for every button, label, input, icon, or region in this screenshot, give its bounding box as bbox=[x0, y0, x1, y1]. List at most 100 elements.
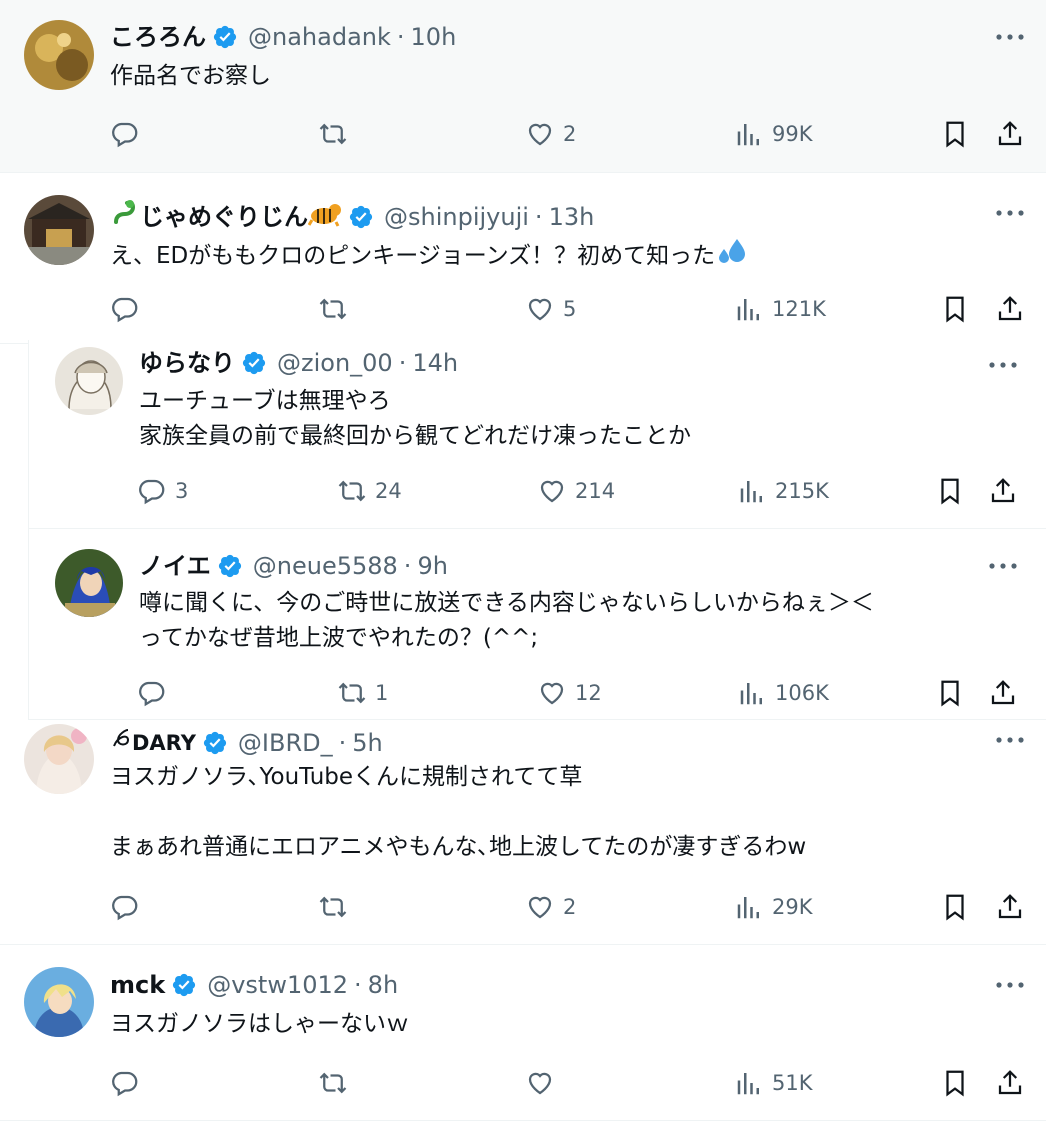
tweet-text: ヨスガノソラはしゃーないｗ bbox=[110, 1007, 409, 1042]
avatar[interactable] bbox=[55, 549, 123, 617]
bookmark-button[interactable] bbox=[940, 114, 970, 154]
verified-badge-icon bbox=[202, 730, 228, 756]
display-name[interactable]: mck bbox=[110, 970, 165, 1000]
retweet-button[interactable]: 1 bbox=[337, 673, 388, 713]
share-button[interactable] bbox=[995, 1063, 1025, 1103]
share-button[interactable] bbox=[988, 471, 1018, 511]
like-button[interactable]: 214 bbox=[537, 471, 615, 511]
reply-button[interactable] bbox=[137, 673, 175, 713]
tweet[interactable]: ゆらなり @zion_00 · 14h ユーチューブは無理やろ 家族全員の前で最終… bbox=[29, 340, 1046, 529]
views-button[interactable]: 99K bbox=[734, 114, 813, 154]
reply-button[interactable] bbox=[110, 114, 148, 154]
more-icon[interactable] bbox=[983, 350, 1023, 380]
handle[interactable]: @nahadank bbox=[248, 22, 391, 52]
retweet-button[interactable] bbox=[318, 1063, 356, 1103]
action-bar: 3 24 214 215K bbox=[29, 471, 1046, 511]
tweet-text: 作品名でお察し bbox=[110, 59, 271, 94]
more-icon[interactable] bbox=[990, 725, 1030, 755]
like-button[interactable]: 2 bbox=[525, 887, 576, 927]
timestamp[interactable]: 14h bbox=[412, 348, 458, 378]
avatar[interactable] bbox=[24, 20, 94, 90]
display-name[interactable]: ノイエ bbox=[139, 551, 211, 581]
like-count: 5 bbox=[563, 297, 577, 321]
tweet[interactable]: mck @vstw1012 · 8h ヨスガノソラはしゃーないｗ 51K bbox=[0, 945, 1046, 1121]
like-count: 12 bbox=[575, 681, 602, 705]
display-name[interactable]: DARY bbox=[132, 728, 196, 758]
views-icon bbox=[734, 1068, 764, 1098]
bookmark-button[interactable] bbox=[940, 1063, 970, 1103]
retweet-button[interactable] bbox=[318, 289, 356, 329]
bookmark-button[interactable] bbox=[935, 471, 965, 511]
handle[interactable]: @neue5588 bbox=[253, 551, 398, 581]
retweet-button[interactable] bbox=[318, 114, 356, 154]
like-button[interactable]: 12 bbox=[537, 673, 602, 713]
avatar[interactable] bbox=[24, 967, 94, 1037]
tweet-text-line: 作品名でお察し bbox=[110, 63, 271, 89]
tweet[interactable]: じゃめぐりじん @shinpijyuji · 13h え、EDがももクロのピンキ… bbox=[0, 173, 1046, 344]
handle[interactable]: @zion_00 bbox=[277, 348, 393, 378]
share-button[interactable] bbox=[995, 114, 1025, 154]
like-button[interactable]: 5 bbox=[525, 289, 576, 329]
avatar[interactable] bbox=[55, 347, 123, 415]
bookmark-button[interactable] bbox=[935, 673, 965, 713]
separator-dot: · bbox=[534, 202, 543, 231]
more-icon[interactable] bbox=[990, 22, 1030, 52]
bookmark-button[interactable] bbox=[940, 887, 970, 927]
like-button[interactable] bbox=[525, 1063, 563, 1103]
retweet-button[interactable] bbox=[318, 887, 356, 927]
action-bar: 51K bbox=[0, 1063, 1046, 1103]
timestamp[interactable]: 8h bbox=[368, 970, 398, 1000]
bookmark-icon bbox=[940, 119, 970, 149]
tweet-text-line: え、EDがももクロのピンキージョーンズ！？初めて知った bbox=[110, 243, 716, 269]
retweet-count: 24 bbox=[375, 479, 402, 503]
views-button[interactable]: 215K bbox=[737, 471, 829, 511]
reply-button[interactable] bbox=[110, 1063, 148, 1103]
reply-button[interactable] bbox=[110, 887, 148, 927]
retweet-button[interactable]: 24 bbox=[337, 471, 402, 511]
separator-dot: · bbox=[354, 971, 362, 999]
tweet-text-line: まぁあれ普通にエロアニメやもんな､地上波してたのが凄すぎるわw bbox=[110, 834, 807, 860]
display-name[interactable]: ゆらなり bbox=[139, 348, 235, 378]
more-icon[interactable] bbox=[990, 970, 1030, 1000]
tweet-header: ゆらなり @zion_00 · 14h bbox=[139, 348, 458, 378]
handle[interactable]: @shinpijyuji bbox=[384, 202, 529, 232]
more-icon[interactable] bbox=[990, 198, 1030, 228]
timestamp[interactable]: 9h bbox=[417, 551, 447, 581]
views-button[interactable]: 121K bbox=[734, 289, 826, 329]
tweet[interactable]: ころろん @nahadank · 10h 作品名でお察し 2 99K bbox=[0, 0, 1046, 173]
views-icon bbox=[737, 476, 767, 506]
tweet-header: ノイエ @neue5588 · 9h bbox=[139, 551, 448, 581]
nested-thread: ゆらなり @zion_00 · 14h ユーチューブは無理やろ 家族全員の前で最終… bbox=[28, 340, 1046, 720]
like-button[interactable]: 2 bbox=[525, 114, 576, 154]
tweet[interactable]: ノイエ @neue5588 · 9h 噂に聞くに、今のご時世に放送できる内容じゃ… bbox=[29, 529, 1046, 720]
share-button[interactable] bbox=[995, 887, 1025, 927]
tweet-header: mck @vstw1012 · 8h bbox=[110, 970, 398, 1000]
timestamp[interactable]: 13h bbox=[549, 202, 595, 232]
share-button[interactable] bbox=[988, 673, 1018, 713]
more-icon[interactable] bbox=[983, 551, 1023, 581]
timestamp[interactable]: 10h bbox=[411, 22, 457, 52]
handle[interactable]: @vstw1012 bbox=[207, 970, 348, 1000]
views-button[interactable]: 29K bbox=[734, 887, 813, 927]
tweet-header: ころろん @nahadank · 10h bbox=[110, 22, 456, 52]
share-button[interactable] bbox=[995, 289, 1025, 329]
tweet[interactable]: DARY @IBRD_ · 5h ヨスガノソラ､YouTubeくんに規制されてて… bbox=[0, 722, 1046, 945]
handle[interactable]: @IBRD_ bbox=[238, 728, 333, 758]
views-button[interactable]: 106K bbox=[737, 673, 829, 713]
like-count: 214 bbox=[575, 479, 616, 503]
tweet-text-blank-line bbox=[110, 795, 806, 830]
avatar[interactable] bbox=[24, 195, 94, 265]
avatar[interactable] bbox=[24, 724, 94, 794]
reply-button[interactable]: 3 bbox=[137, 471, 188, 511]
reply-icon bbox=[110, 892, 140, 922]
like-count: 2 bbox=[563, 122, 577, 146]
sweat-droplets-emoji-icon bbox=[715, 235, 749, 278]
reply-button[interactable] bbox=[110, 289, 148, 329]
display-name[interactable]: ころろん bbox=[110, 22, 206, 52]
bookmark-button[interactable] bbox=[940, 289, 970, 329]
retweet-count: 1 bbox=[375, 681, 389, 705]
views-button[interactable]: 51K bbox=[734, 1063, 813, 1103]
reply-icon bbox=[137, 476, 167, 506]
timestamp[interactable]: 5h bbox=[352, 728, 382, 758]
display-name[interactable]: じゃめぐりじん bbox=[140, 202, 308, 232]
